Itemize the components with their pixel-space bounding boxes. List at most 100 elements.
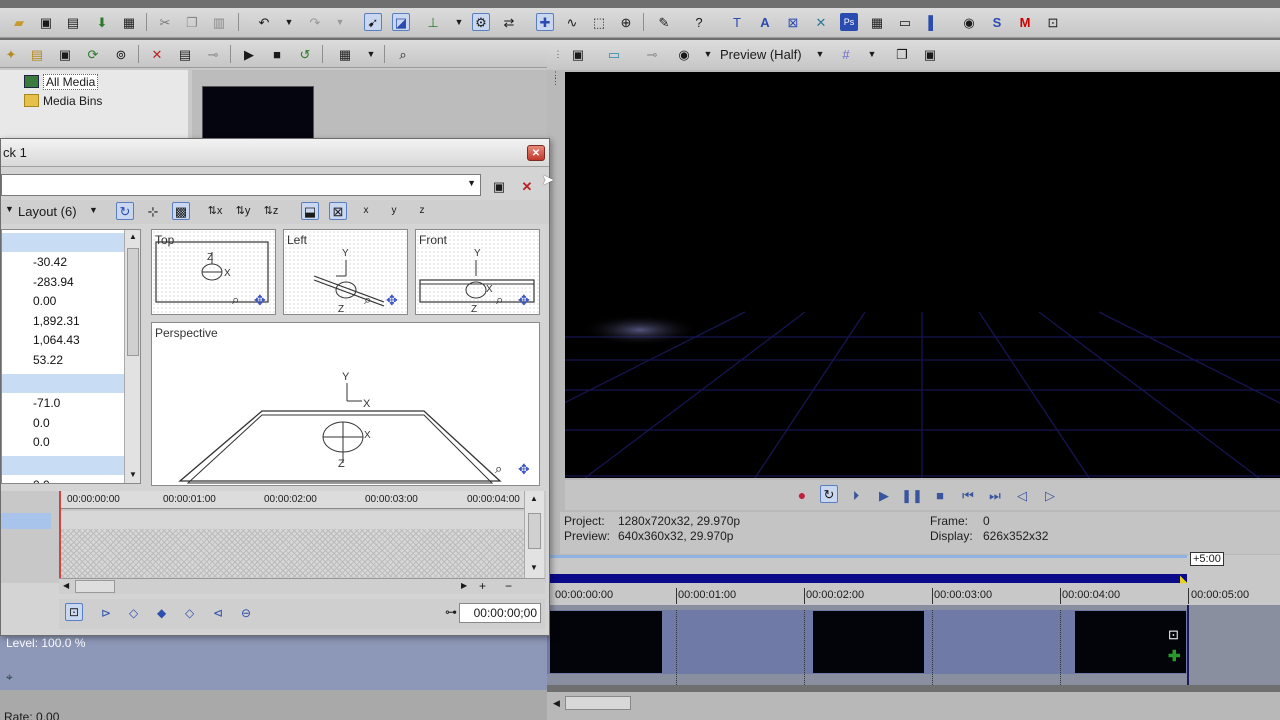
- add-keyframe-icon[interactable]: ◆: [157, 606, 166, 620]
- preset-select[interactable]: ▼: [1, 174, 481, 196]
- wand-icon[interactable]: ✦: [2, 45, 20, 63]
- zoom-icon[interactable]: ⌕: [364, 292, 371, 308]
- first-keyframe-icon[interactable]: ⊳: [101, 606, 111, 620]
- copy-snapshot-icon[interactable]: ❐: [893, 45, 911, 63]
- play-from-start-icon[interactable]: ⏵: [847, 486, 865, 504]
- views-dropdown-icon[interactable]: ▼: [362, 45, 380, 63]
- pause-icon[interactable]: ❚❚: [901, 486, 923, 504]
- quality-icon[interactable]: ◉: [675, 45, 693, 63]
- burn-icon[interactable]: ⊡: [1044, 13, 1062, 31]
- lock-envelopes-icon[interactable]: ⇄: [500, 13, 518, 31]
- loop-icon[interactable]: ↻: [820, 485, 838, 503]
- pan-icon[interactable]: ✥: [518, 292, 530, 309]
- save-as-icon[interactable]: ▤: [64, 13, 82, 31]
- lock-z-icon[interactable]: z: [413, 202, 431, 220]
- preview-quality-label[interactable]: Preview (Half): [720, 47, 802, 62]
- previous-keyframe-icon[interactable]: ◇: [129, 606, 138, 620]
- mode-dropdown-icon[interactable]: ▼: [811, 45, 829, 63]
- copy-icon[interactable]: ❐: [183, 13, 201, 31]
- properties-icon[interactable]: ▦: [120, 13, 138, 31]
- keyframe-row-header[interactable]: [1, 513, 51, 529]
- loop-region-bar[interactable]: [547, 555, 1187, 558]
- auto-preview-icon[interactable]: ↺: [296, 45, 314, 63]
- move-y-icon[interactable]: ⇅y: [234, 202, 252, 220]
- sync-icon[interactable]: S: [988, 13, 1006, 31]
- pan-icon[interactable]: ✥: [386, 292, 398, 309]
- auto-ripple-icon[interactable]: ⚙: [472, 13, 490, 31]
- time-field[interactable]: 00:00:00;00: [459, 603, 541, 623]
- pan-icon[interactable]: ✥: [254, 292, 266, 309]
- last-keyframe-icon[interactable]: ⊲: [213, 606, 223, 620]
- photoshop-icon[interactable]: Ps: [840, 13, 858, 31]
- property-value[interactable]: 1,064.43: [2, 331, 124, 350]
- zoom-icon[interactable]: ⌕: [495, 461, 502, 477]
- video-track[interactable]: ⊡ ✚: [547, 605, 1280, 685]
- layout-label[interactable]: Layout (6): [18, 204, 77, 219]
- lock-y-icon[interactable]: y: [385, 202, 403, 220]
- views-icon[interactable]: ▦: [336, 45, 354, 63]
- track-header[interactable]: Level: 100.0 % ⌖: [0, 632, 547, 690]
- grid-icon[interactable]: ▦: [868, 13, 886, 31]
- undo-dropdown-icon[interactable]: ▼: [280, 13, 298, 31]
- pan-icon[interactable]: ✥: [518, 461, 530, 478]
- redo-dropdown-icon[interactable]: ▼: [331, 13, 349, 31]
- track-motion-icon[interactable]: ⌖: [6, 670, 13, 685]
- title-icon[interactable]: A: [756, 13, 774, 31]
- stop-preview-icon[interactable]: ■: [268, 45, 286, 63]
- scroll-left-icon[interactable]: ◀: [63, 581, 69, 590]
- tree-item-all-media[interactable]: All Media: [24, 73, 99, 90]
- tree-item-media-bins[interactable]: Media Bins: [24, 92, 102, 109]
- scroll-thumb[interactable]: [528, 513, 541, 549]
- selection-bar[interactable]: [547, 574, 1187, 583]
- delete-preset-icon[interactable]: ✕: [518, 177, 536, 195]
- layout-chevron-icon[interactable]: ▼: [89, 205, 98, 215]
- rotate-view-icon[interactable]: ↻: [116, 202, 134, 220]
- property-value[interactable]: 1,892.31: [2, 312, 124, 331]
- scroll-up-icon[interactable]: ▲: [129, 232, 137, 241]
- scroll-right-icon[interactable]: ▶: [461, 581, 467, 590]
- mail-icon[interactable]: M: [1016, 13, 1034, 31]
- snap-icon[interactable]: ⊥: [424, 13, 442, 31]
- move-x-icon[interactable]: ⇅x: [206, 202, 224, 220]
- property-value[interactable]: 0.0: [2, 476, 124, 483]
- close-button[interactable]: ✕: [527, 145, 545, 161]
- event-fx-icon[interactable]: ✚: [1168, 647, 1181, 665]
- capture-icon[interactable]: ▣: [56, 45, 74, 63]
- property-value[interactable]: 0.0: [2, 414, 124, 433]
- paste-icon[interactable]: ▥: [210, 13, 228, 31]
- left-view[interactable]: Left Y Z ⌕ ✥: [283, 229, 408, 315]
- next-keyframe-icon[interactable]: ◇: [185, 606, 194, 620]
- scroll-left-icon[interactable]: ◀: [553, 698, 560, 709]
- normal-edit-icon[interactable]: ✚: [536, 13, 554, 31]
- refresh-icon[interactable]: ⟳: [84, 45, 102, 63]
- next-frame-icon[interactable]: ▷: [1041, 486, 1059, 504]
- magnifier-icon[interactable]: ⌕: [394, 45, 412, 63]
- cd-icon[interactable]: ◉: [960, 13, 978, 31]
- top-view[interactable]: Top Z X ⌕ ✥: [151, 229, 276, 315]
- delete-keyframe-icon[interactable]: ⊖: [241, 606, 251, 620]
- record-icon[interactable]: ●: [793, 486, 811, 504]
- save-preset-icon[interactable]: ▣: [490, 177, 508, 195]
- scroll-thumb[interactable]: [565, 696, 631, 710]
- scroll-thumb[interactable]: [75, 580, 115, 593]
- stop-icon[interactable]: ■: [931, 486, 949, 504]
- save-icon[interactable]: ▣: [37, 13, 55, 31]
- play-icon[interactable]: ▶: [875, 486, 893, 504]
- redo-icon[interactable]: ↷: [306, 13, 324, 31]
- keyframe-lane[interactable]: [59, 511, 524, 579]
- import-media-icon[interactable]: ▤: [28, 45, 46, 63]
- help-icon[interactable]: ?: [690, 13, 708, 31]
- zoom-tool-icon[interactable]: ⊕: [617, 13, 635, 31]
- zoom-in-icon[interactable]: +: [479, 579, 486, 593]
- front-view[interactable]: Front Y X Z ⌕ ✥: [415, 229, 540, 315]
- media-thumbnail[interactable]: [202, 86, 314, 140]
- lock-x-icon[interactable]: x: [357, 202, 375, 220]
- layout-dropdown-icon[interactable]: ▼: [5, 204, 14, 214]
- preview-properties-icon[interactable]: ▣: [569, 45, 587, 63]
- keyframe-hscroll[interactable]: ◀ ▶ + −: [59, 578, 545, 594]
- audio-icon[interactable]: ▌: [924, 13, 942, 31]
- select-tool-icon[interactable]: ➹: [364, 13, 382, 31]
- overlays-icon[interactable]: #: [837, 45, 855, 63]
- previous-frame-icon[interactable]: ◁: [1013, 486, 1031, 504]
- property-value[interactable]: 0.0: [2, 433, 124, 452]
